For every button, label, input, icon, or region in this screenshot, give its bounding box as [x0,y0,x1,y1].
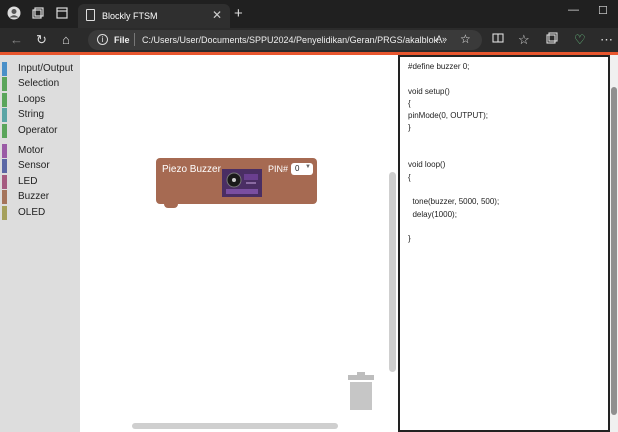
url-text[interactable]: C:/Users/User/Documents/SPPU2024/Penyeli… [142,35,446,45]
category-label: Operator [18,125,58,136]
category-led[interactable]: LED [0,174,80,189]
category-color-swatch [2,62,7,76]
dropdown-arrow-icon: ▼ [305,164,311,170]
trash-can-icon[interactable] [348,372,374,410]
tab-blockly-ftsm[interactable]: Blockly FTSM ✕ [78,4,230,28]
category-label: Selection [18,78,60,89]
category-input-output[interactable]: Input/Output [0,61,80,76]
category-color-swatch [2,124,7,138]
workspace-horizontal-scrollbar[interactable] [132,423,338,429]
address-bar[interactable]: i File C:/Users/User/Documents/SPPU2024/… [88,30,482,50]
url-scheme-label: File [114,35,130,45]
generated-code-panel[interactable]: #define buzzer 0; void setup() { pinMode… [398,55,610,432]
refresh-icon[interactable]: ↻ [36,32,47,48]
tab-bar: Blockly FTSM ✕ + — ☐ [0,0,618,28]
category-operator[interactable]: Operator [0,123,80,138]
category-oled[interactable]: OLED [0,205,80,220]
category-label: Sensor [18,160,50,171]
category-label: Motor [18,145,44,156]
workspaces-icon[interactable] [30,6,46,22]
category-label: LED [18,176,38,187]
nav-bar: ← ↻ ⌂ i File C:/Users/User/Documents/SPP… [0,28,618,52]
back-arrow-icon[interactable]: ← [10,32,23,48]
new-tab-button[interactable]: + [234,5,243,22]
category-label: Loops [18,94,46,105]
page-scrollbar-thumb[interactable] [611,87,617,415]
category-label: OLED [18,207,46,218]
favorite-star-icon[interactable]: ☆ [460,32,471,46]
pin-dropdown[interactable]: 0 ▼ [291,163,313,175]
blockly-workspace[interactable]: Piezo Buzzer PIN# 0 ▼ [80,55,398,432]
read-aloud-icon[interactable]: A» [436,34,447,44]
page-content: Input/Output Selection Loops String Oper… [0,52,618,432]
category-color-swatch [2,206,7,220]
pin-dropdown-value: 0 [295,164,300,173]
tab-title: Blockly FTSM [102,11,158,21]
category-buzzer[interactable]: Buzzer [0,189,80,204]
category-color-swatch [2,77,7,91]
trash-lid [348,375,374,380]
split-screen-icon[interactable] [492,32,504,48]
block-connector [164,203,178,208]
category-loops[interactable]: Loops [0,92,80,107]
minimize-button[interactable]: — [568,4,579,16]
category-sensor[interactable]: Sensor [0,158,80,173]
category-string[interactable]: String [0,107,80,122]
maximize-button[interactable]: ☐ [598,4,608,17]
tab-close-icon[interactable]: ✕ [212,8,222,22]
toolbox: Input/Output Selection Loops String Oper… [0,55,80,432]
more-menu-icon[interactable]: ⋯ [600,32,613,48]
category-color-swatch [2,175,7,189]
pin-label: PIN# [268,164,289,174]
page-scrollbar[interactable] [610,55,618,432]
tab-actions-icon[interactable] [54,6,70,22]
generated-code-text: #define buzzer 0; void setup() { pinMode… [408,62,500,244]
browser-chrome: Blockly FTSM ✕ + — ☐ ← ↻ ⌂ i File C:/Use… [0,0,618,52]
block-title: Piezo Buzzer [162,164,221,175]
category-label: Input/Output [18,63,74,74]
category-selection[interactable]: Selection [0,76,80,91]
category-color-swatch [2,144,7,158]
url-separator [134,33,135,46]
browser-essentials-icon[interactable]: ♡ [574,32,586,48]
home-icon[interactable]: ⌂ [62,32,70,48]
info-icon[interactable]: i [97,34,108,45]
collections-icon[interactable] [546,32,558,48]
favorites-icon[interactable]: ☆ [518,32,530,48]
category-color-swatch [2,93,7,107]
trash-body [350,382,372,410]
workspace-vertical-scrollbar[interactable] [389,172,396,372]
category-color-swatch [2,190,7,204]
buzzer-image [222,169,262,197]
piezo-buzzer-block[interactable]: Piezo Buzzer PIN# 0 ▼ [156,158,317,208]
category-color-swatch [2,108,7,122]
category-label: Buzzer [18,191,50,202]
document-icon [86,9,95,21]
category-color-swatch [2,159,7,173]
category-label: String [18,109,45,120]
profile-icon[interactable] [6,6,22,22]
category-motor[interactable]: Motor [0,143,80,158]
